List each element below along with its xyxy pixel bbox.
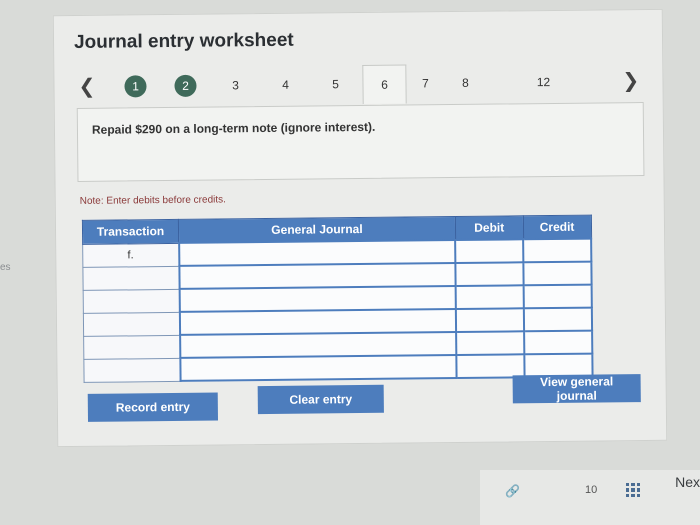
- chevron-left-icon[interactable]: ❮: [78, 74, 95, 99]
- debit-input[interactable]: [455, 285, 524, 309]
- transaction-description-box: Repaid $290 on a long-term note (ignore …: [76, 102, 645, 182]
- debit-input[interactable]: [455, 239, 524, 263]
- debit-input[interactable]: [456, 308, 525, 332]
- header-debit: Debit: [455, 215, 524, 241]
- chevron-right-icon[interactable]: ❯: [622, 68, 639, 93]
- step-1[interactable]: 1: [124, 75, 147, 98]
- credit-input[interactable]: [523, 261, 592, 286]
- next-link[interactable]: Nex: [675, 474, 700, 490]
- journal-worksheet-panel: Journal entry worksheet ❮ 1 2 3 4 5 6 7 …: [52, 8, 668, 448]
- general-journal-input[interactable]: [179, 308, 457, 335]
- header-transaction: Transaction: [82, 219, 179, 244]
- debit-input[interactable]: [455, 262, 524, 286]
- general-journal-input[interactable]: [178, 262, 456, 289]
- entry-note: Note: Enter debits before credits.: [79, 194, 226, 207]
- step-3[interactable]: 3: [224, 74, 246, 96]
- general-journal-input[interactable]: [179, 354, 457, 381]
- header-credit: Credit: [522, 215, 592, 240]
- step-2[interactable]: 2: [174, 74, 197, 97]
- step-12[interactable]: 12: [532, 71, 554, 93]
- transaction-cell: [83, 357, 181, 382]
- step-4[interactable]: 4: [274, 74, 296, 96]
- record-entry-button[interactable]: Record entry: [87, 392, 219, 422]
- side-text: es: [0, 262, 11, 273]
- view-general-journal-button[interactable]: View general journal: [512, 374, 641, 404]
- credit-input[interactable]: [524, 330, 593, 355]
- worksheet-title: Journal entry worksheet: [73, 29, 294, 53]
- clear-entry-button[interactable]: Clear entry: [257, 384, 384, 415]
- transaction-cell: [83, 334, 180, 359]
- grid-icon[interactable]: [626, 483, 640, 497]
- step-8[interactable]: 8: [454, 72, 476, 94]
- transaction-description: Repaid $290 on a long-term note (ignore …: [91, 119, 376, 137]
- transaction-cell: [83, 288, 180, 313]
- transaction-cell: f.: [82, 242, 179, 267]
- debit-input[interactable]: [456, 331, 525, 355]
- link-icon[interactable]: 🔗: [505, 484, 520, 498]
- credit-input[interactable]: [523, 284, 592, 309]
- transaction-cell: [82, 265, 180, 290]
- credit-input[interactable]: [523, 238, 592, 263]
- general-journal-input[interactable]: [179, 285, 457, 312]
- general-journal-input[interactable]: [179, 331, 457, 358]
- transaction-cell: [83, 311, 180, 336]
- step-6[interactable]: 6: [362, 64, 407, 104]
- credit-input[interactable]: [523, 307, 593, 332]
- step-5[interactable]: 5: [324, 73, 346, 95]
- page-number: 10: [585, 484, 598, 496]
- step-7[interactable]: 7: [414, 72, 436, 94]
- header-general-journal: General Journal: [178, 216, 456, 243]
- journal-entry-table: Transaction General Journal Debit Credit…: [81, 214, 594, 383]
- general-journal-input[interactable]: [178, 240, 456, 266]
